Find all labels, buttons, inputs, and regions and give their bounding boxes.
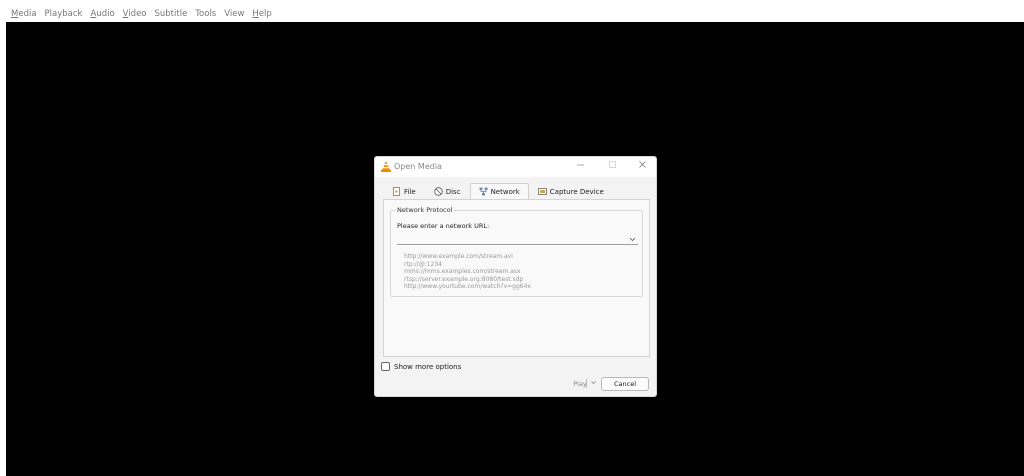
example-url: rtsp://server.example.org:8080/test.sdp [404,275,524,283]
network-icon [479,187,488,196]
maximize-button[interactable] [605,160,619,173]
tab-disc[interactable]: Disc [425,183,470,199]
menu-bar: Media Playback Audio Video Subtitle Tool… [0,0,275,26]
capture-device-icon [537,188,547,195]
chevron-down-icon[interactable] [628,235,637,244]
menu-subtitle[interactable]: Subtitle [152,7,191,21]
disc-icon [434,187,443,196]
dialog-tabs: File Disc Network Capture Device [383,183,613,199]
tab-file[interactable]: File [383,183,425,199]
menu-audio[interactable]: Audio [87,7,117,21]
example-url: http://www.yourtube.com/watch?v=gg64x [404,283,531,291]
close-icon [638,161,646,168]
close-button[interactable] [635,160,649,173]
example-url: http://www.example.com/stream.avi [404,253,513,260]
tab-capture-device[interactable]: Capture Device [529,183,613,199]
file-icon [393,187,400,196]
show-more-options-checkbox[interactable] [381,362,390,371]
network-panel: Network Protocol Please enter a network … [383,199,650,357]
menu-media[interactable]: Media [2,0,40,26]
maximize-icon [608,161,616,168]
play-divider [586,379,587,388]
minimize-icon [576,164,584,166]
example-url: mms://mms.examples.com/stream.asx [404,268,521,276]
tab-network[interactable]: Network [469,183,529,199]
cancel-button[interactable]: Cancel [601,377,649,391]
example-url: rtp://@:1234 [404,260,442,268]
group-title: Network Protocol [395,206,455,214]
menu-tools[interactable]: Tools [192,7,219,21]
menu-playback[interactable]: Playback [42,7,86,21]
menu-view[interactable]: View [221,7,247,21]
url-label: Please enter a network URL: [397,222,490,230]
play-dropdown-arrow[interactable] [589,379,597,388]
chevron-down-icon [590,381,596,385]
minimize-button[interactable] [573,160,587,173]
url-examples: http://www.example.com/stream.avi rtp://… [404,253,531,291]
network-protocol-group: Network Protocol Please enter a network … [390,206,643,297]
show-more-options[interactable]: Show more options [381,362,461,371]
vlc-cone-icon [381,161,391,172]
menu-video[interactable]: Video [120,7,150,21]
vlc-window: Media Playback Audio Video Subtitle Tool… [0,0,1024,476]
open-media-dialog: Open Media File Disc Network Capture Dev… [374,156,657,397]
show-more-options-label: Show more options [394,362,462,371]
dialog-title: Open Media [394,162,442,171]
menu-help[interactable]: Help [249,7,274,21]
network-url-input[interactable] [397,234,638,245]
dialog-titlebar[interactable]: Open Media [375,157,656,177]
